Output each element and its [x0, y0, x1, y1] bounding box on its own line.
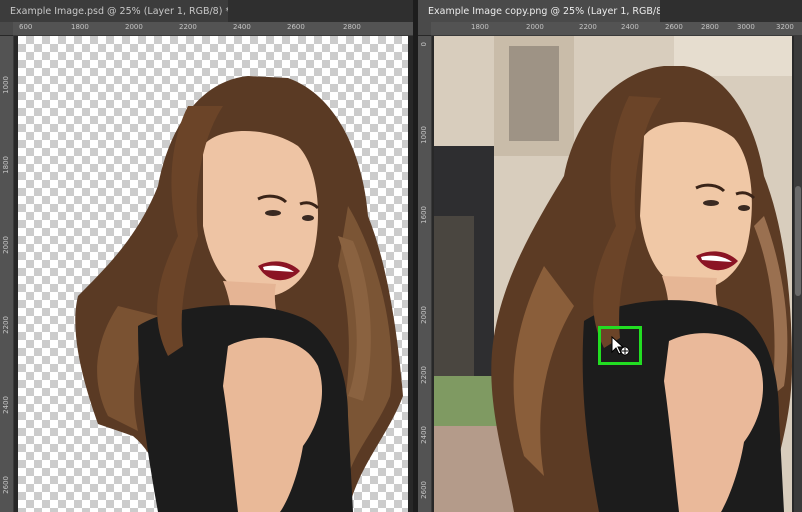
ruler-vertical[interactable]: 1000 1800 2000 2200 2400 2600 — [0, 36, 14, 512]
ruler-label: 2600 — [287, 23, 305, 31]
ruler-label: 3200 — [776, 23, 794, 31]
ruler-horizontal[interactable]: 600 1800 2000 2200 2400 2600 2800 — [13, 22, 413, 36]
document-tab-title: Example Image copy.png @ 25% (Layer 1, R… — [428, 5, 674, 17]
document-pane-left: Example Image.psd @ 25% (Layer 1, RGB/8)… — [0, 0, 413, 512]
tab-bar-empty — [660, 0, 802, 22]
ruler-label: 2000 — [2, 236, 10, 254]
subject-cutout-image — [75, 76, 404, 512]
ruler-label: 1600 — [420, 206, 428, 224]
tab-bar-empty — [228, 0, 413, 22]
vertical-scrollbar[interactable] — [794, 36, 802, 512]
ruler-label: 2600 — [420, 481, 428, 499]
ruler-label: 2600 — [2, 476, 10, 494]
ruler-corner — [418, 22, 431, 35]
ruler-label: 1800 — [71, 23, 89, 31]
ruler-corner — [0, 22, 13, 35]
ruler-label: 2200 — [579, 23, 597, 31]
document-tab-left[interactable]: Example Image.psd @ 25% (Layer 1, RGB/8)… — [0, 0, 257, 22]
ruler-label: 600 — [19, 23, 33, 31]
ruler-label: 2200 — [179, 23, 197, 31]
ruler-label: 0 — [420, 42, 428, 47]
ruler-label: 1800 — [471, 23, 489, 31]
ruler-label: 2400 — [420, 426, 428, 444]
canvas-photo[interactable] — [434, 36, 792, 512]
ruler-label: 2000 — [125, 23, 143, 31]
ruler-label: 1000 — [2, 76, 10, 94]
ruler-label: 2200 — [420, 366, 428, 384]
canvas-transparent[interactable] — [18, 36, 408, 512]
ruler-label: 1800 — [2, 156, 10, 174]
document-pane-right: Example Image copy.png @ 25% (Layer 1, R… — [418, 0, 802, 512]
document-tab-right[interactable]: Example Image copy.png @ 25% (Layer 1, R… — [418, 0, 701, 22]
ruler-label: 2400 — [233, 23, 251, 31]
original-photo-image — [434, 36, 792, 512]
ruler-label: 3000 — [737, 23, 755, 31]
ruler-label: 2000 — [420, 306, 428, 324]
ruler-label: 2200 — [2, 316, 10, 334]
ruler-label: 2800 — [701, 23, 719, 31]
ruler-label: 2400 — [621, 23, 639, 31]
ruler-label: 2000 — [526, 23, 544, 31]
ruler-vertical[interactable]: 0 1000 1600 2000 2200 2400 2600 — [418, 36, 432, 512]
scrollbar-thumb[interactable] — [795, 186, 801, 296]
ruler-label: 2600 — [665, 23, 683, 31]
ruler-label: 2800 — [343, 23, 361, 31]
document-tab-title: Example Image.psd @ 25% (Layer 1, RGB/8)… — [10, 5, 231, 17]
move-cursor-icon — [610, 336, 632, 358]
ruler-horizontal[interactable]: 1800 2000 2200 2400 2600 2800 3000 3200 — [431, 22, 802, 36]
ruler-label: 2400 — [2, 396, 10, 414]
ruler-label: 1000 — [420, 126, 428, 144]
